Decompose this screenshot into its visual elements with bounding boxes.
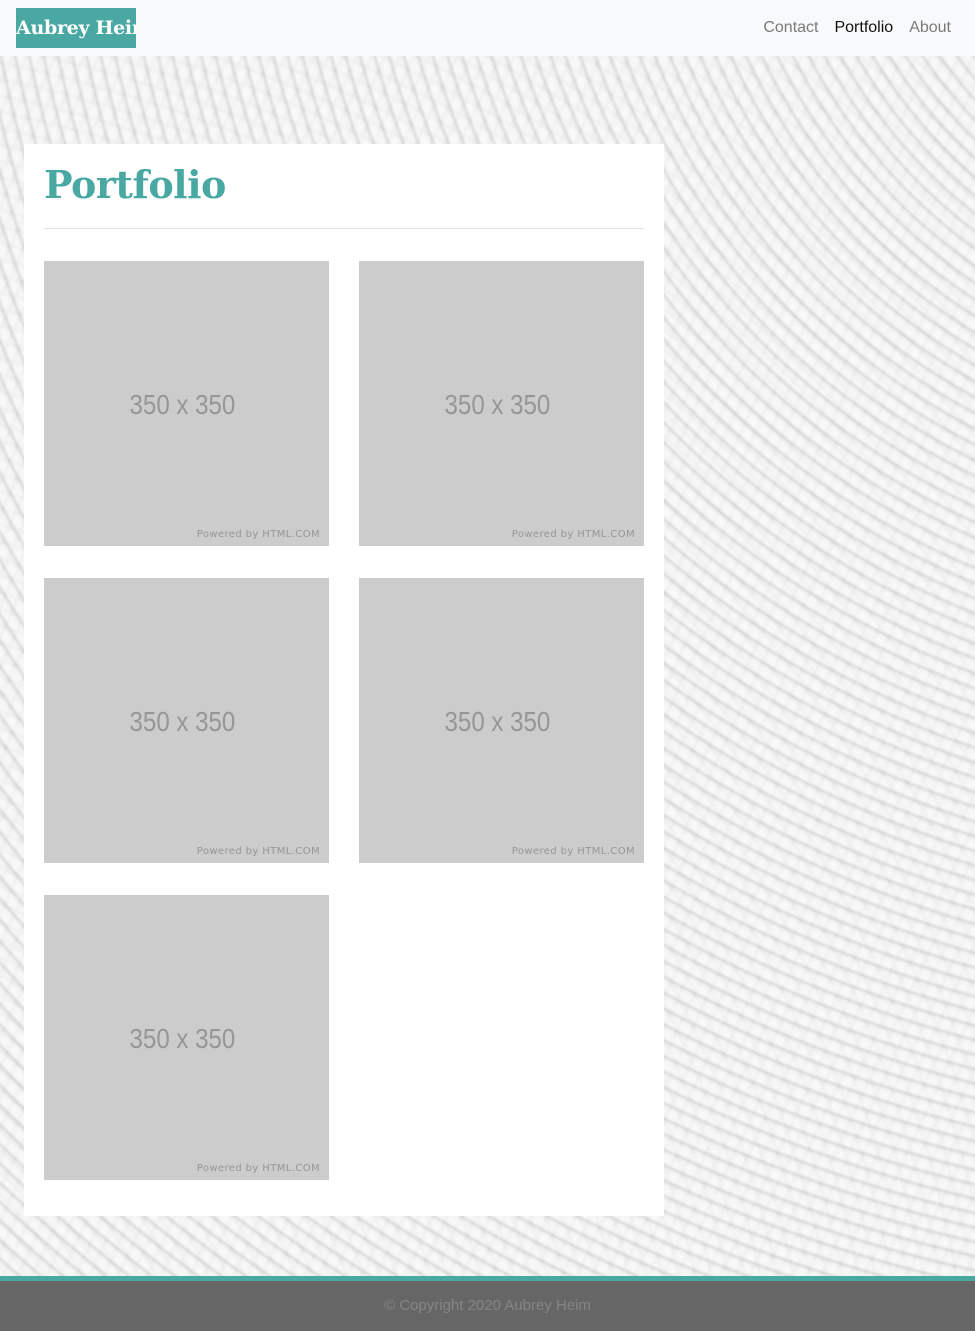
thumbnail-size-label: 350 x 350 (129, 1023, 236, 1054)
thumbnail-powered-label: Powered by HTML.COM (196, 846, 320, 857)
thumbnail-size-label: 350 x 350 (444, 389, 551, 420)
thumbnail-powered-label: Powered by HTML.COM (511, 846, 635, 857)
title-divider (44, 228, 644, 229)
page-title: Portfolio (44, 162, 226, 207)
portfolio-thumbnail[interactable]: 350 x 350 Powered by HTML.COM (44, 261, 329, 546)
portfolio-thumbnail[interactable]: 350 x 350 Powered by HTML.COM (359, 261, 644, 546)
thumbnail-size-label: 350 x 350 (129, 389, 236, 420)
footer: © Copyright 2020 Aubrey Heim (0, 1276, 975, 1331)
portfolio-grid: 350 x 350 Powered by HTML.COM 350 x 350 … (44, 261, 644, 1180)
thumbnail-size-label: 350 x 350 (129, 706, 236, 737)
nav-links: Contact Portfolio About (755, 0, 959, 56)
nav-link-contact[interactable]: Contact (755, 19, 826, 37)
thumbnail-powered-label: Powered by HTML.COM (196, 1163, 320, 1174)
thumbnail-powered-label: Powered by HTML.COM (196, 529, 320, 540)
portfolio-card: Portfolio 350 x 350 Powered by HTML.COM … (24, 144, 664, 1216)
nav-link-portfolio[interactable]: Portfolio (826, 19, 901, 37)
nav-link-about[interactable]: About (901, 19, 959, 37)
thumbnail-powered-label: Powered by HTML.COM (511, 529, 635, 540)
brand-logo[interactable]: Aubrey Heim (16, 8, 136, 48)
navbar: Aubrey Heim Contact Portfolio About (0, 0, 975, 56)
thumbnail-size-label: 350 x 350 (444, 706, 551, 737)
portfolio-thumbnail[interactable]: 350 x 350 Powered by HTML.COM (44, 895, 329, 1180)
portfolio-thumbnail[interactable]: 350 x 350 Powered by HTML.COM (359, 578, 644, 863)
portfolio-thumbnail[interactable]: 350 x 350 Powered by HTML.COM (44, 578, 329, 863)
page: { "navbar": { "brand": "Aubrey Heim", "l… (0, 0, 975, 1331)
copyright-text: © Copyright 2020 Aubrey Heim (384, 1297, 591, 1314)
